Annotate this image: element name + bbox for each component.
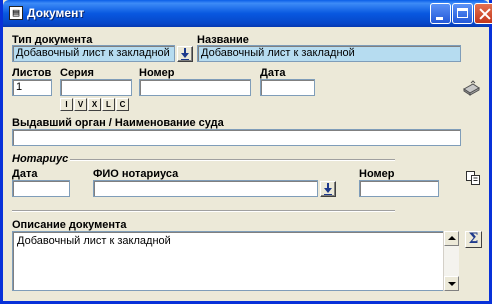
- notary-name-field[interactable]: [93, 180, 318, 197]
- date-label: Дата: [260, 67, 286, 79]
- title-bar[interactable]: Документ: [3, 0, 492, 27]
- name-field[interactable]: Добавочный лист к закладной: [197, 45, 461, 62]
- roman-l-button[interactable]: L: [102, 98, 115, 111]
- doc-type-field[interactable]: Добавочный лист к закладной: [12, 45, 175, 62]
- description-label: Описание документа: [12, 219, 127, 231]
- description-textarea[interactable]: Добавочный лист к закладной: [12, 231, 459, 291]
- date-field[interactable]: [260, 79, 315, 96]
- notary-date-label: Дата: [12, 168, 38, 180]
- minimize-button[interactable]: [430, 3, 451, 24]
- roman-c-button[interactable]: C: [116, 98, 129, 111]
- scroll-down-button[interactable]: [444, 276, 459, 291]
- maximize-button[interactable]: [452, 3, 473, 24]
- stamp-button[interactable]: [461, 78, 481, 98]
- dropdown-arrow-icon: [324, 182, 332, 195]
- notary-number-field[interactable]: [359, 180, 439, 197]
- description-scrollbar[interactable]: [443, 231, 459, 291]
- notary-section-label: Нотариус: [12, 153, 69, 165]
- description-separator: [12, 210, 395, 212]
- sheets-field[interactable]: 1: [12, 79, 52, 96]
- sum-icon: Σ: [468, 231, 479, 247]
- description-text: Добавочный лист к закладной: [17, 235, 171, 247]
- number-label: Номер: [139, 67, 175, 79]
- dropdown-arrow-icon: [181, 47, 189, 60]
- document-window: Документ Тип документа Добавочный лист к…: [0, 0, 492, 304]
- app-icon[interactable]: [9, 6, 23, 20]
- close-button[interactable]: [474, 3, 492, 24]
- notary-dropdown-button[interactable]: [320, 181, 336, 197]
- copy-button[interactable]: [463, 168, 483, 188]
- doc-type-dropdown-button[interactable]: [177, 46, 193, 62]
- series-field[interactable]: [60, 79, 132, 96]
- notary-name-label: ФИО нотариуса: [93, 168, 179, 180]
- copy-icon: [466, 171, 480, 185]
- series-label: Серия: [60, 67, 94, 79]
- window-title: Документ: [27, 6, 85, 20]
- issuer-field[interactable]: [12, 129, 461, 146]
- issuer-label: Выдавший орган / Наименование суда: [12, 117, 224, 129]
- roman-i-button[interactable]: I: [60, 98, 73, 111]
- stamp-icon: [463, 80, 480, 96]
- notary-date-field[interactable]: [12, 180, 70, 197]
- roman-v-button[interactable]: V: [74, 98, 87, 111]
- sum-button[interactable]: Σ: [465, 231, 482, 248]
- scroll-up-button[interactable]: [444, 231, 459, 246]
- number-field[interactable]: [139, 79, 251, 96]
- sheets-label: Листов: [12, 67, 52, 79]
- roman-x-button[interactable]: X: [88, 98, 101, 111]
- notary-separator: [70, 159, 395, 161]
- notary-number-label: Номер: [359, 168, 395, 180]
